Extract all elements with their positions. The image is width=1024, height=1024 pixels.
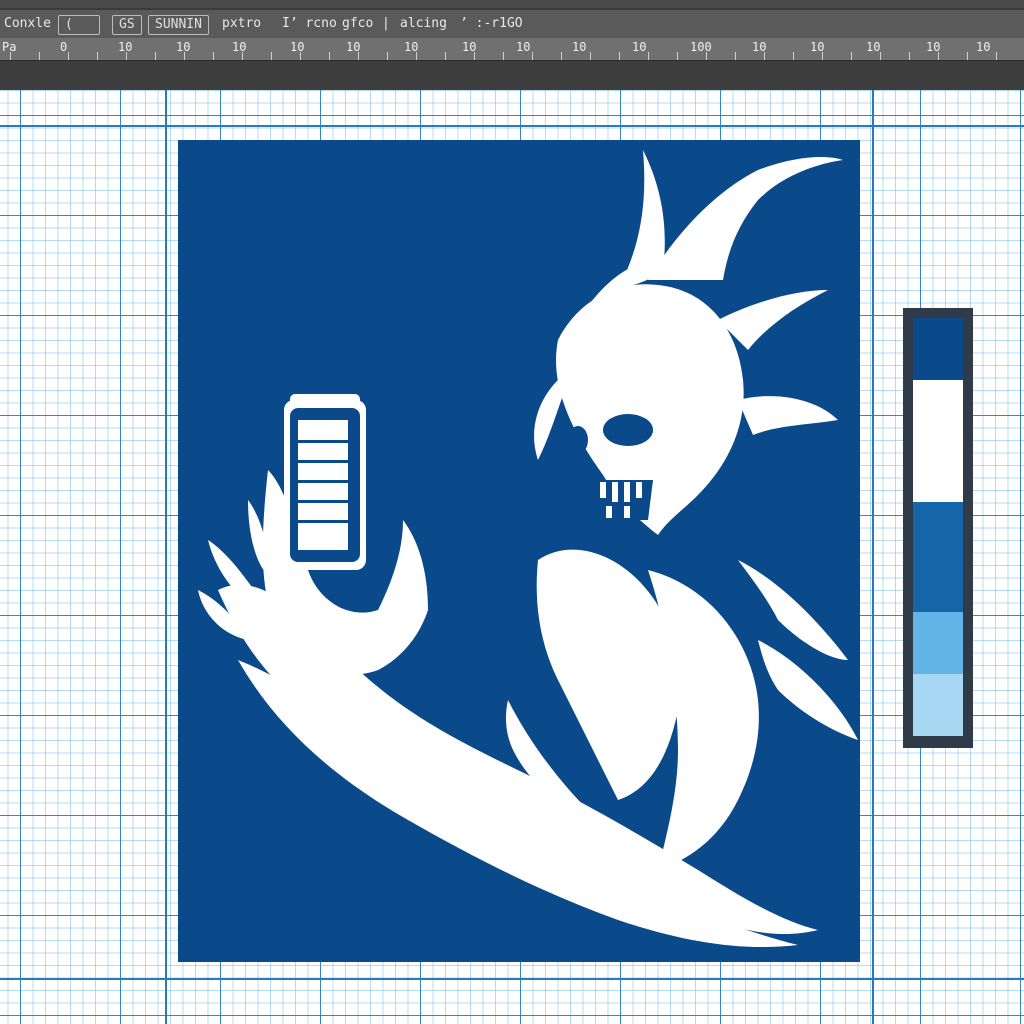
artwork-illustration: [198, 150, 858, 948]
menu-bar: Conxle ( GS SUNNIN pxtro I’ rcno gfco | …: [0, 10, 1024, 39]
ruler-tick: [561, 52, 562, 60]
ruler-label: 10: [866, 40, 881, 54]
ruler-tick: [416, 52, 417, 60]
ruler-tick: [793, 52, 794, 60]
color-swatch-panel: [903, 308, 973, 748]
ruler-label: 10: [976, 40, 991, 54]
ruler-label: 0: [60, 40, 68, 54]
ruler-tick: [39, 52, 40, 60]
menu-item-pxtro[interactable]: pxtro: [222, 15, 261, 33]
ruler-tick: [619, 52, 620, 60]
menu-item-alcing[interactable]: alcing: [400, 15, 447, 33]
ruler-tick: [329, 52, 330, 60]
ruler-tick: [938, 52, 939, 60]
ruler-tick: [590, 52, 591, 60]
ruler-tick: [706, 52, 707, 60]
ruler-tick: [242, 52, 243, 60]
guide-horizontal[interactable]: [0, 978, 1024, 980]
ruler-label: 10: [290, 40, 305, 54]
ruler-tick: [387, 52, 388, 60]
menu-item-rcno[interactable]: I’ rcno: [282, 15, 337, 33]
menu-item-field[interactable]: (: [58, 15, 100, 35]
menu-item-sunnin[interactable]: SUNNIN: [148, 15, 209, 35]
ruler-tick: [735, 52, 736, 60]
ruler-tick: [648, 52, 649, 60]
ruler-tick: [10, 52, 11, 60]
menu-item-conxle[interactable]: Conxle: [4, 15, 51, 33]
artboard[interactable]: [178, 140, 860, 962]
ruler-tick: [474, 52, 475, 60]
menu-separator: |: [382, 16, 390, 31]
ruler-tick: [532, 52, 533, 60]
ruler-tick: [880, 52, 881, 60]
swatch-navy[interactable]: [913, 318, 963, 380]
ruler-tick: [677, 52, 678, 60]
ruler-label: 10: [632, 40, 647, 54]
ruler-tick: [126, 52, 127, 60]
swatch-blue[interactable]: [913, 502, 963, 612]
swatch-light-blue[interactable]: [913, 612, 963, 674]
menu-item-zoom[interactable]: ’ :-r1GO: [460, 15, 523, 33]
ruler-tick: [996, 52, 997, 60]
editor-top-bar: Conxle ( GS SUNNIN pxtro I’ rcno gfco | …: [0, 0, 1024, 90]
ruler-label: 10: [232, 40, 247, 54]
ruler-tick: [822, 52, 823, 60]
ruler-tick: [445, 52, 446, 60]
ruler-tick: [851, 52, 852, 60]
ruler-label: 100: [690, 40, 712, 54]
ruler-tick: [967, 52, 968, 60]
menu-item-gfco[interactable]: gfco: [342, 15, 373, 33]
horizontal-ruler[interactable]: Pa 0 10 10 10 10 10 10 10 10 10 10 100 1…: [0, 38, 1024, 61]
drink-can: [284, 394, 366, 570]
ruler-tick: [764, 52, 765, 60]
guide-vertical[interactable]: [872, 90, 874, 1024]
options-bar: [0, 61, 1024, 90]
ruler-tick: [155, 52, 156, 60]
ruler-tick: [184, 52, 185, 60]
guide-horizontal[interactable]: [0, 125, 1024, 127]
ruler-tick: [909, 52, 910, 60]
ruler-label: 10: [516, 40, 531, 54]
swatch-white[interactable]: [913, 380, 963, 502]
menu-item-gs[interactable]: GS: [112, 15, 142, 35]
ruler-tick: [271, 52, 272, 60]
ruler-tick: [68, 52, 69, 60]
guide-vertical[interactable]: [165, 90, 167, 1024]
ruler-tick: [358, 52, 359, 60]
ruler-label: 10: [572, 40, 587, 54]
title-strip: [0, 0, 1024, 8]
swatch-pale-blue[interactable]: [913, 674, 963, 736]
ruler-tick: [300, 52, 301, 60]
ruler-tick: [213, 52, 214, 60]
ruler-tick: [503, 52, 504, 60]
ruler-tick: [97, 52, 98, 60]
